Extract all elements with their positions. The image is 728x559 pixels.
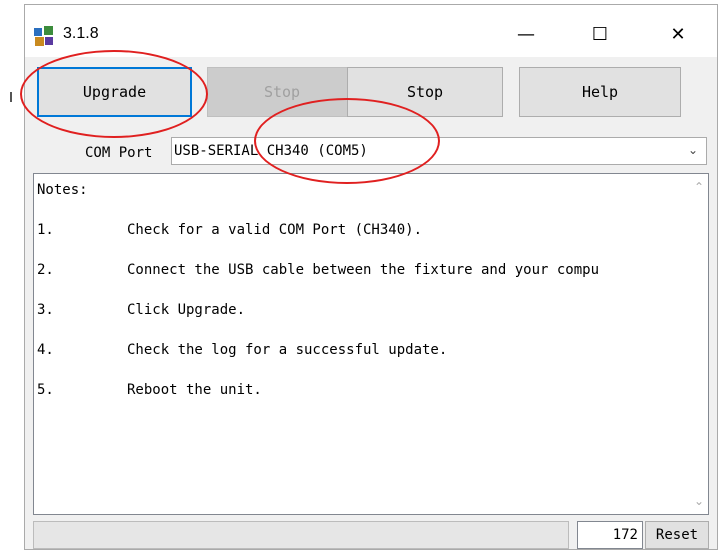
edge-mark — [10, 92, 12, 102]
note-number: 1. — [37, 222, 54, 238]
app-icon — [34, 26, 53, 46]
note-text: Connect the USB cable between the fixtur… — [127, 262, 600, 278]
close-button[interactable]: ✕ — [653, 17, 703, 51]
maximize-button[interactable]: ☐ — [575, 17, 625, 51]
scroll-down-icon[interactable]: ⌄ — [694, 494, 704, 508]
note-text: Click Upgrade. — [127, 302, 246, 318]
com-port-label: COM Port — [85, 145, 153, 161]
counter-field: 172 — [577, 521, 643, 549]
note-text: Check the log for a successful update. — [127, 342, 448, 358]
minimize-icon: — — [517, 23, 535, 45]
annotation-circle-com-port — [254, 98, 440, 184]
note-number: 2. — [37, 262, 54, 278]
note-number: 4. — [37, 342, 54, 358]
progress-bar — [33, 521, 569, 549]
note-number: 3. — [37, 302, 54, 318]
close-icon: ✕ — [670, 23, 686, 45]
minimize-button[interactable]: — — [501, 17, 551, 51]
chevron-down-icon: ⌄ — [687, 143, 698, 157]
note-number: 5. — [37, 382, 54, 398]
maximize-icon: ☐ — [591, 23, 609, 45]
annotation-circle-upgrade — [20, 50, 208, 138]
note-text: Reboot the unit. — [127, 382, 262, 398]
notes-header: Notes: — [37, 182, 88, 198]
window-title: 3.1.8 — [63, 25, 99, 42]
help-button[interactable]: Help — [519, 67, 681, 117]
title-bar[interactable]: 3.1.8 — ☐ ✕ — [25, 5, 717, 57]
note-text: Check for a valid COM Port (CH340). — [127, 222, 423, 238]
notes-scrollbar[interactable]: ⌃ ⌄ — [690, 174, 708, 514]
reset-button[interactable]: Reset — [645, 521, 709, 549]
scroll-up-icon[interactable]: ⌃ — [694, 180, 704, 194]
notes-textarea[interactable]: Notes: 1. Check for a valid COM Port (CH… — [33, 173, 709, 515]
